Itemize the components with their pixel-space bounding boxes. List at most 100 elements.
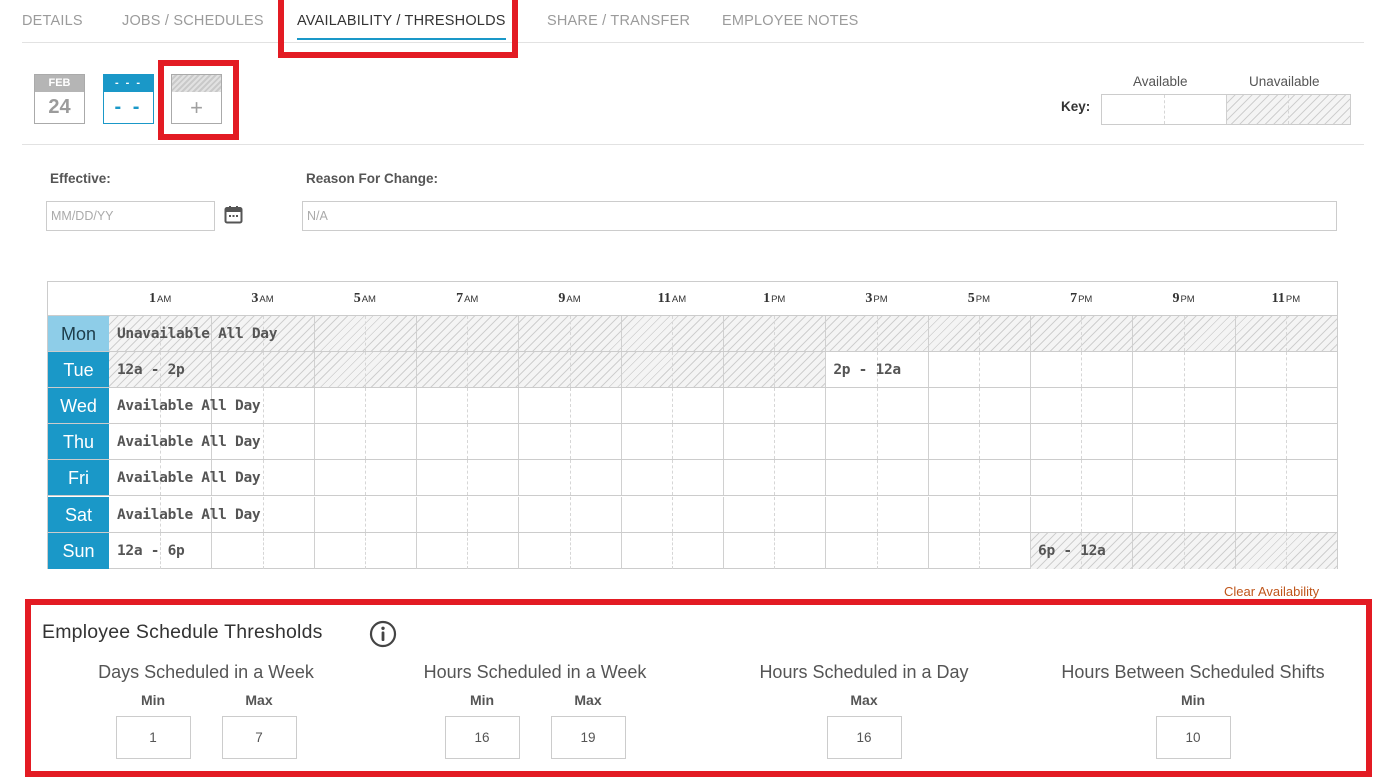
hour-gridline — [416, 388, 418, 424]
hour-gridline — [723, 388, 725, 424]
segment-label: Available All Day — [117, 434, 261, 451]
hour-gridline — [671, 388, 673, 424]
hour-gridline — [723, 532, 725, 569]
key-unavailable-label: Unavailable — [1249, 74, 1320, 89]
hour-gridline — [1132, 460, 1134, 496]
clear-availability-link[interactable]: Clear Availability — [1224, 584, 1319, 599]
hour-gridline — [1132, 496, 1134, 532]
date-chip-new[interactable]: - - - - - — [103, 74, 154, 124]
hour-gridline — [825, 496, 827, 532]
hour-gridline — [978, 388, 980, 424]
hour-gridline — [978, 532, 980, 569]
hour-gridline — [1030, 352, 1032, 388]
hour-label: 7AM — [456, 291, 478, 307]
hour-gridline — [723, 316, 725, 351]
hour-gridline — [927, 496, 929, 532]
date-chip-current[interactable]: FEB 24 — [34, 74, 85, 124]
hour-gridline — [1183, 496, 1185, 532]
day-label-sun[interactable]: Sun — [48, 532, 109, 569]
hour-number: 5 — [353, 291, 361, 306]
hour-gridline — [1234, 388, 1236, 424]
hour-gridline — [876, 532, 878, 569]
threshold-min-input[interactable] — [115, 716, 191, 759]
tab-employee-notes[interactable]: EMPLOYEE NOTES — [722, 13, 859, 29]
day-label-fri[interactable]: Fri — [48, 460, 109, 496]
hour-gridline — [1183, 460, 1185, 496]
hour-gridline — [774, 352, 776, 388]
hour-gridline — [262, 496, 264, 532]
tab-share-transfer[interactable]: SHARE / TRANSFER — [547, 13, 690, 29]
tab-details[interactable]: DETAILS — [22, 13, 83, 29]
hour-gridline — [416, 532, 418, 569]
hour-gridline — [262, 424, 264, 460]
hour-gridline — [518, 352, 520, 388]
threshold-min-input[interactable] — [1155, 716, 1231, 759]
hour-gridline — [620, 532, 622, 569]
hour-gridline — [364, 352, 366, 388]
hour-gridline — [927, 388, 929, 424]
hour-gridline — [620, 352, 622, 388]
hour-gridline — [620, 388, 622, 424]
hour-gridline — [467, 424, 469, 460]
key-divider — [1226, 95, 1227, 124]
tab-bar: DETAILS JOBS / SCHEDULES AVAILABILITY / … — [22, 0, 1364, 43]
day-label-thu[interactable]: Thu — [48, 424, 109, 460]
hour-gridline — [876, 424, 878, 460]
hour-gridline — [518, 496, 520, 532]
hour-label: 1AM — [149, 291, 171, 307]
threshold-min-input[interactable] — [444, 716, 520, 759]
hour-label: 9AM — [558, 291, 580, 307]
hour-gridline — [1081, 388, 1083, 424]
segment-label: 12a - 6p — [117, 542, 185, 559]
hour-gridline — [825, 460, 827, 496]
day-row: 12a - 2p 2p - 12a Tue — [48, 352, 1337, 389]
threshold-max-input[interactable] — [550, 716, 626, 759]
hour-period: AM — [157, 294, 172, 305]
hour-gridline — [262, 532, 264, 569]
info-icon[interactable] — [369, 620, 397, 648]
add-availability-button[interactable]: + — [171, 74, 222, 124]
reason-input[interactable] — [302, 201, 1337, 231]
threshold-max-input[interactable] — [221, 716, 297, 759]
hour-gridline — [1030, 532, 1032, 569]
hour-label: 3AM — [251, 291, 273, 307]
hour-gridline — [825, 388, 827, 424]
segment-label: 2p - 12a — [833, 362, 901, 379]
hour-period: PM — [771, 294, 786, 305]
hour-gridline — [467, 388, 469, 424]
key-legend — [1101, 94, 1351, 125]
hour-gridline — [876, 388, 878, 424]
hour-gridline — [774, 388, 776, 424]
tab-availability-thresholds[interactable]: AVAILABILITY / THRESHOLDS — [297, 13, 506, 40]
day-label-tue[interactable]: Tue — [48, 352, 109, 388]
hour-number: 7 — [456, 291, 464, 306]
effective-label: Effective: — [50, 171, 111, 186]
hour-gridline — [569, 460, 571, 496]
hour-number: 11 — [1271, 291, 1285, 306]
hour-gridline — [927, 424, 929, 460]
hour-gridline — [1183, 424, 1185, 460]
hour-gridline — [927, 352, 929, 388]
segment-label: Unavailable All Day — [117, 326, 278, 342]
hour-number: 9 — [558, 291, 566, 306]
day-label-sat[interactable]: Sat — [48, 496, 109, 532]
hour-gridline — [313, 496, 315, 532]
effective-date-input[interactable] — [46, 201, 215, 231]
day-label-mon[interactable]: Mon — [48, 316, 109, 351]
hour-gridline — [1081, 316, 1083, 351]
hour-gridline — [569, 532, 571, 569]
threshold-max-label: Max — [245, 692, 273, 708]
segment-label: Available All Day — [117, 398, 261, 415]
calendar-icon[interactable] — [224, 205, 243, 224]
day-label-wed[interactable]: Wed — [48, 388, 109, 424]
hour-period: AM — [259, 294, 274, 305]
tab-jobs-schedules[interactable]: JOBS / SCHEDULES — [122, 13, 264, 29]
threshold-max-input[interactable] — [826, 716, 902, 759]
threshold-min-label: Min — [469, 692, 495, 708]
hour-gridline — [723, 352, 725, 388]
hour-number: 11 — [657, 291, 671, 306]
hour-period: AM — [464, 294, 479, 305]
hour-gridline — [1081, 460, 1083, 496]
hour-gridline — [364, 460, 366, 496]
threshold-group-title: Hours Between Scheduled Shifts — [1061, 662, 1325, 682]
